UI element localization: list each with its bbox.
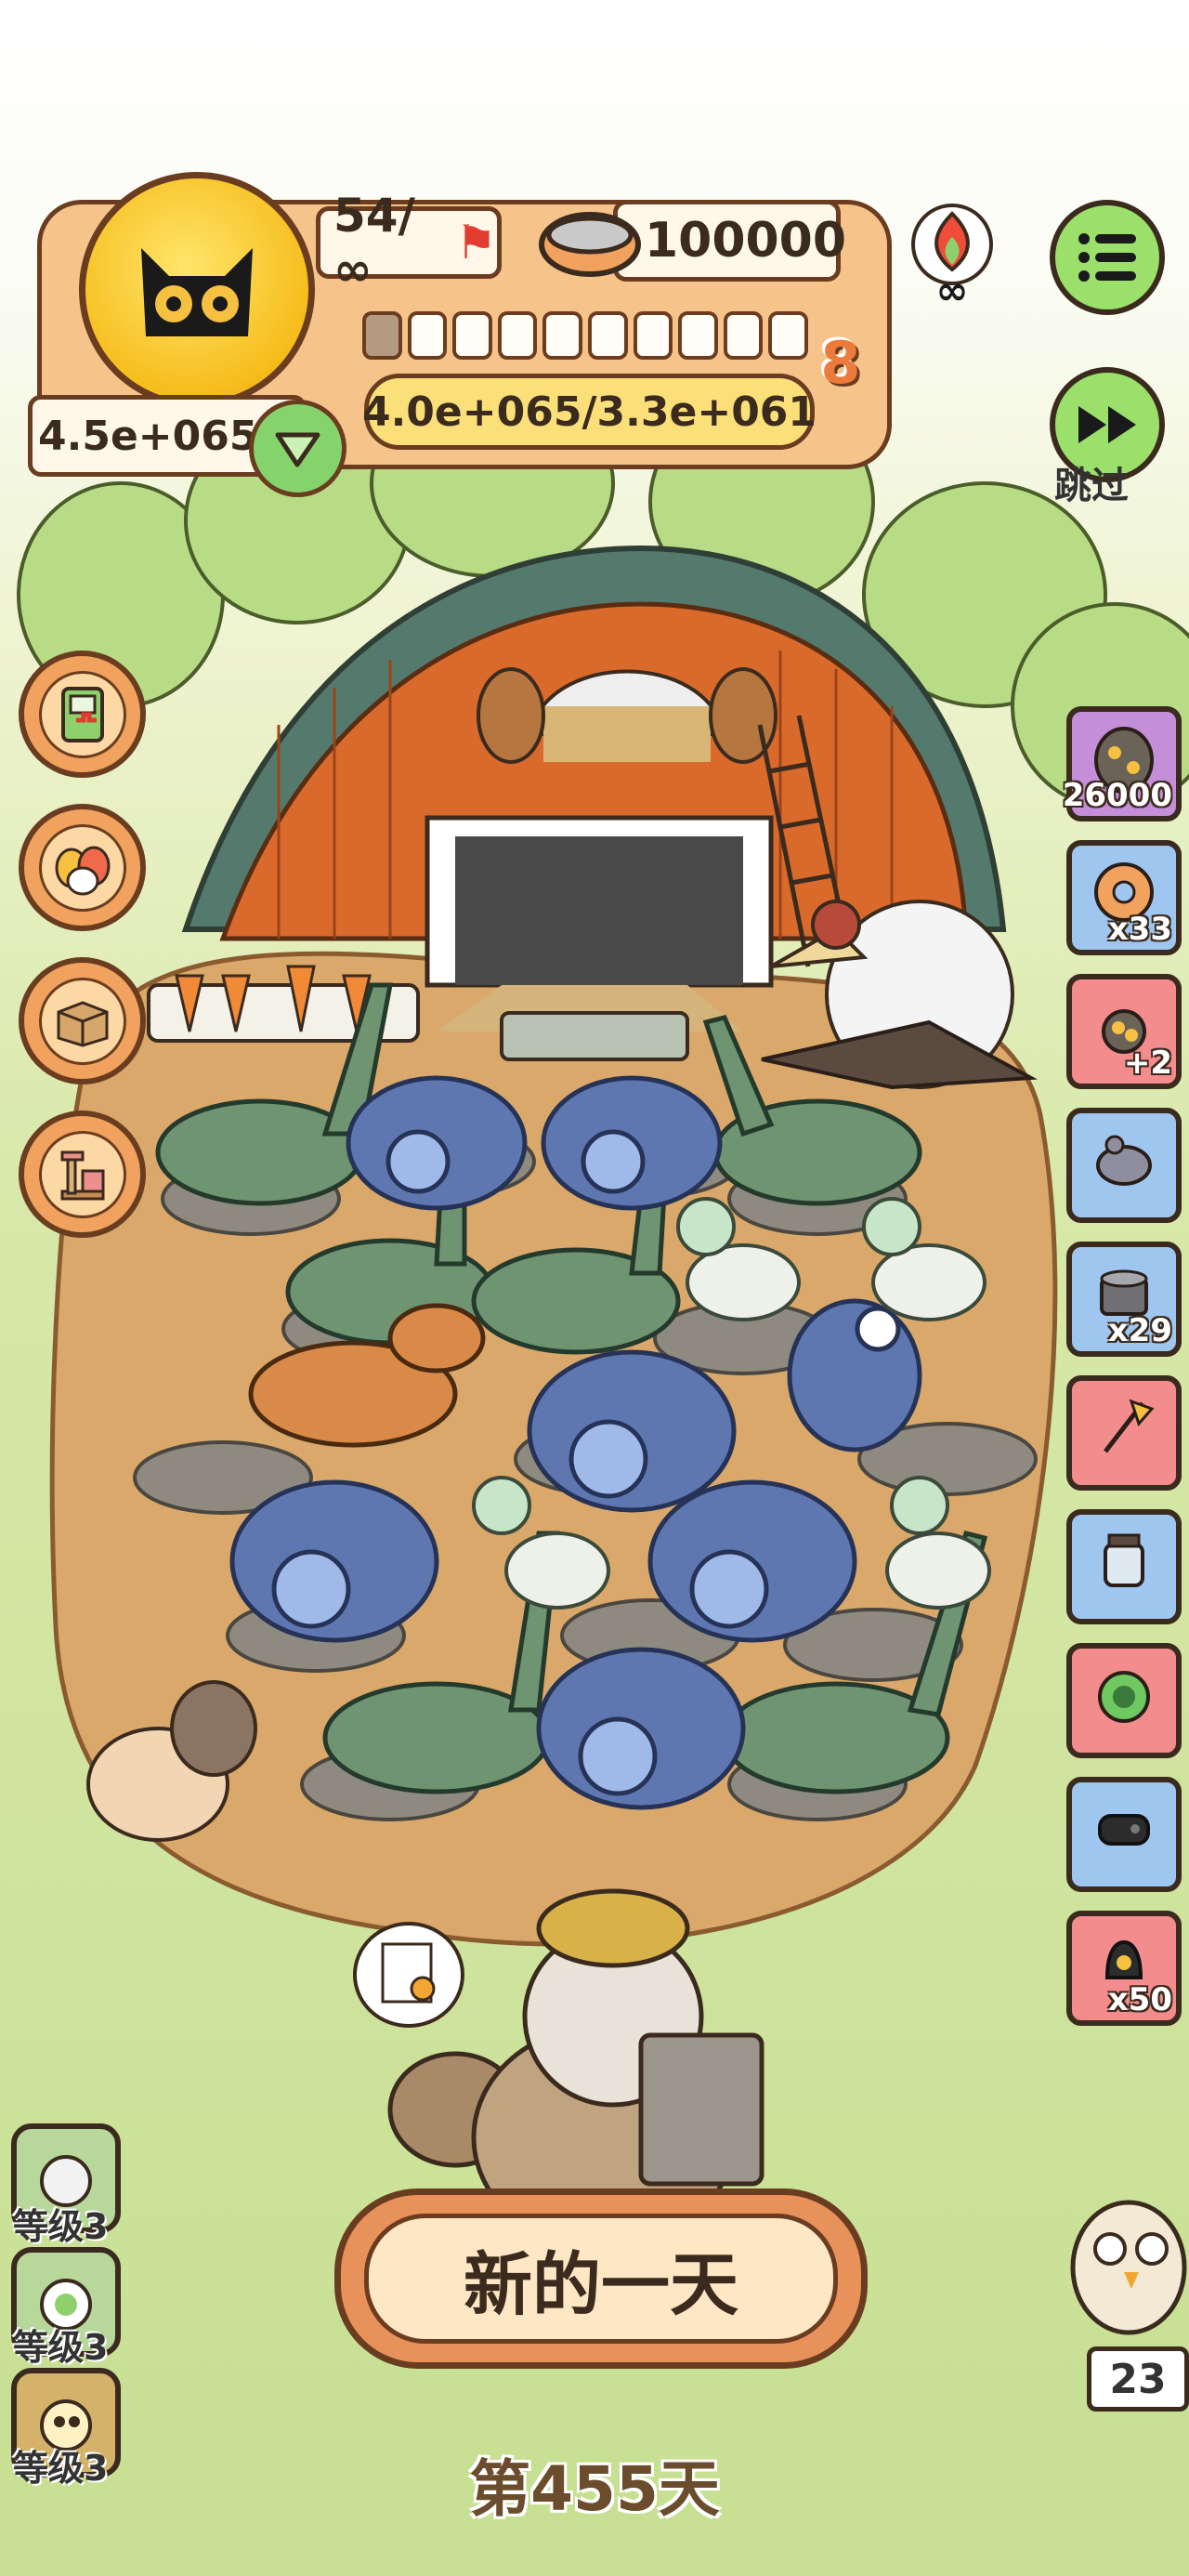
brown-rabbit[interactable] [170,1680,257,1777]
certificate-bubble[interactable] [353,1922,464,2028]
eggs-basket-button[interactable] [19,804,146,931]
item-cabbage[interactable] [1066,1643,1182,1758]
cat-tree-icon [60,1150,104,1200]
stamina-counter: 54/∞ ⚑ [316,189,502,296]
flag-icon: ⚑ [455,216,497,269]
item-rock-egg[interactable]: 26000 [1062,706,1182,821]
blue-chameleon[interactable] [229,1479,439,1643]
level-slot-3-label: 等级3 [13,2448,109,2489]
item-count: x50 [1107,1981,1172,2018]
collect-button[interactable] [249,400,346,497]
item-gamepad[interactable] [1066,1777,1182,1892]
experience-bar: 4.0e+065/3.3e+061 [362,374,817,450]
item-count: x33 [1107,911,1172,948]
progress-segment [587,311,628,360]
item-donut[interactable]: x33 [1066,840,1182,955]
new-day-label: 新的一天 [364,2214,838,2344]
food-bowl-icon [539,212,641,277]
white-deer[interactable] [862,1197,986,1321]
toy-mouse-icon [1096,1135,1152,1186]
blue-chameleon[interactable] [647,1479,857,1643]
player-avatar[interactable] [79,172,315,408]
blue-chameleon[interactable] [541,1075,723,1211]
svg-text:∞: ∞ [936,268,969,311]
eggs-icon [55,846,110,895]
progress-segment [678,311,718,360]
skip-label[interactable]: 跳过 [1054,455,1129,509]
owl-count: 23 [1087,2346,1189,2412]
item-feather-toy[interactable] [1066,1375,1182,1491]
level-slot-2-label: 等级3 [13,2327,109,2368]
item-count: 26000 [1062,777,1172,814]
menu-button[interactable] [1050,200,1165,315]
new-day-button[interactable]: 新的一天 [334,2188,868,2369]
item-bell[interactable]: x50 [1066,1911,1182,2026]
progress-segment [497,311,538,360]
infinite-flame-icon[interactable]: ∞ [906,200,999,311]
cardboard-box-icon [57,1000,108,1047]
handheld-console-icon [60,686,104,743]
level-slot-1-label: 等级3 [13,2206,109,2247]
handheld-console-button[interactable] [19,651,146,778]
blue-chameleon[interactable] [527,1349,737,1513]
chevron-down-icon [275,432,320,467]
jar-icon [1104,1533,1144,1587]
item-toy-mouse[interactable] [1066,1108,1182,1223]
cabbage-icon [1098,1671,1150,1723]
black-cat-icon [141,248,253,336]
progress-segment [362,311,402,360]
stamina-value: 54/∞ [333,189,415,296]
progress-segment [723,311,764,360]
pterosaur[interactable] [761,900,1038,1090]
day-counter: 第455天 [469,2453,720,2525]
blue-fish-monster[interactable] [787,1298,922,1452]
item-jar[interactable] [1066,1509,1182,1624]
progress-segment [407,311,448,360]
fast-forward-icon [1078,406,1136,443]
feather-toy-icon [1104,1399,1155,1453]
box-button[interactable] [19,957,146,1084]
gamepad-icon [1098,1814,1150,1846]
item-count: +2 [1123,1045,1172,1082]
item-paw-plus[interactable]: +2 [1066,974,1182,1089]
game-scene: 54/∞ ⚑ 100000 8 4.0e+065/3.3e+061 4.5e+0… [0,0,1189,2576]
blue-chameleon[interactable] [346,1075,528,1211]
white-deer[interactable] [885,1476,991,1610]
list-icon [1078,233,1136,282]
owl[interactable] [1070,2200,1187,2335]
cat-tree-button[interactable] [19,1111,146,1238]
level-progress-segments [362,311,808,360]
progress-segment [542,311,582,360]
coin-value: 100000 [644,213,847,269]
coin-counter: 100000 [613,200,846,282]
item-count: x29 [1107,1312,1172,1349]
progress-segment [452,311,492,360]
blue-chameleon[interactable] [536,1647,746,1810]
item-can[interactable]: x29 [1066,1242,1182,1357]
progress-segment [633,311,673,360]
